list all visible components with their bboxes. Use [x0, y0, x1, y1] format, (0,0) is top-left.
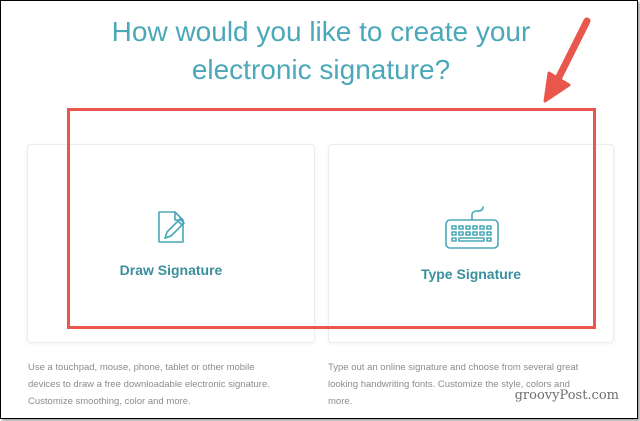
watermark: groovyPost.com: [514, 388, 619, 403]
type-signature-label: Type Signature: [420, 266, 522, 282]
description-line: devices to draw a free downloadable elec…: [28, 379, 270, 390]
pencil-document-icon: [153, 208, 191, 251]
page-frame: How would you like to create your electr…: [0, 0, 638, 419]
page-title: How would you like to create your electr…: [1, 13, 637, 89]
draw-signature-description: Use a touchpad, mouse, phone, tablet or …: [28, 359, 313, 410]
description-line: Type out an online signature and choose …: [328, 362, 579, 373]
description-line: Customize smoothing, color and more.: [28, 396, 191, 407]
draw-signature-label: Draw Signature: [119, 262, 223, 278]
page-title-line-1: How would you like to create your: [111, 16, 531, 47]
description-line: Use a touchpad, mouse, phone, tablet or …: [28, 362, 255, 373]
type-signature-card[interactable]: Type Signature: [328, 144, 614, 343]
draw-signature-card[interactable]: Draw Signature: [27, 144, 315, 343]
page-title-line-2: electronic signature?: [191, 54, 451, 85]
keyboard-icon: [443, 205, 501, 256]
description-line: more.: [328, 396, 353, 407]
